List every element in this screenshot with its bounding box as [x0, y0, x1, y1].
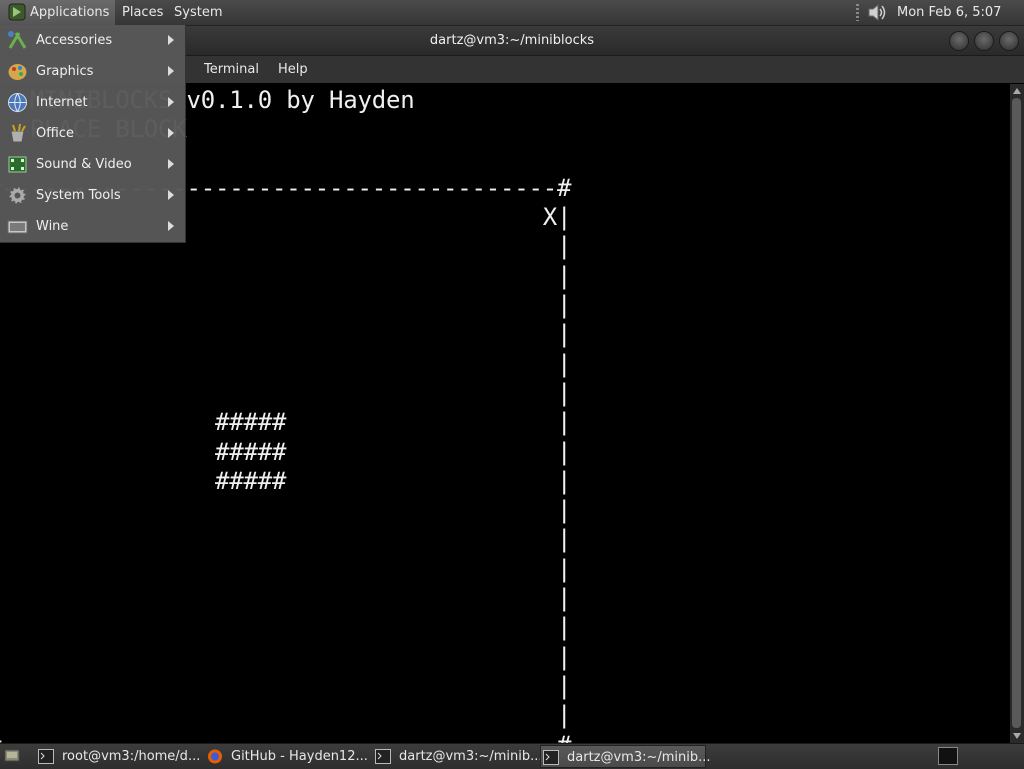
- clock[interactable]: Mon Feb 6, 5:07 PM: [897, 0, 1024, 45]
- gnome-foot-icon: [8, 3, 26, 21]
- places-menu[interactable]: Places: [116, 0, 169, 25]
- panel-handle[interactable]: [856, 4, 859, 21]
- menu-item-label: Internet: [36, 95, 88, 110]
- terminal-icon: [375, 749, 391, 764]
- menu-item-wine[interactable]: Wine: [0, 211, 185, 242]
- applications-dropdown: Accessories Graphics Internet Office Sou…: [0, 25, 186, 243]
- submenu-arrow-icon: [168, 190, 174, 200]
- scroll-up-arrow-icon[interactable]: [1013, 88, 1021, 94]
- taskbar: root@vm3:/home/d... GitHub - Hayden12...…: [0, 743, 1024, 769]
- scroll-down-arrow-icon[interactable]: [1013, 733, 1021, 739]
- terminal-menu[interactable]: Terminal: [204, 56, 259, 83]
- menu-item-label: Graphics: [36, 64, 94, 79]
- firefox-icon: [208, 749, 222, 764]
- menu-item-label: Sound & Video: [36, 157, 132, 172]
- menu-item-label: Accessories: [36, 33, 113, 48]
- taskbar-item-label: dartz@vm3:~/minib...: [567, 750, 711, 765]
- workspace-switcher[interactable]: [938, 747, 958, 765]
- menu-item-sound-video[interactable]: Sound & Video: [0, 149, 185, 180]
- scrollbar[interactable]: [1010, 84, 1024, 743]
- taskbar-item-root-terminal[interactable]: root@vm3:/home/d...: [38, 745, 203, 768]
- places-label: Places: [122, 5, 164, 20]
- taskbar-item-label: GitHub - Hayden12...: [231, 749, 368, 764]
- menu-item-system-tools[interactable]: System Tools: [0, 180, 185, 211]
- sound-video-icon: [8, 156, 27, 173]
- menu-item-label: Office: [36, 126, 74, 141]
- submenu-arrow-icon: [168, 159, 174, 169]
- system-label: System: [174, 5, 223, 20]
- taskbar-item-label: dartz@vm3:~/minib...: [399, 749, 543, 764]
- terminal-icon: [38, 749, 54, 764]
- taskbar-item-dartz-terminal-active[interactable]: dartz@vm3:~/minib...: [540, 745, 711, 768]
- taskbar-item-firefox[interactable]: GitHub - Hayden12...: [207, 745, 372, 768]
- submenu-arrow-icon: [168, 221, 174, 231]
- menu-item-accessories[interactable]: Accessories: [0, 25, 185, 56]
- submenu-arrow-icon: [168, 66, 174, 76]
- top-panel: Applications Places System Mon Feb 6, 5:…: [0, 0, 1024, 45]
- menu-item-label: Wine: [36, 219, 69, 234]
- scroll-thumb[interactable]: [1012, 98, 1021, 728]
- applications-menu[interactable]: Applications: [0, 0, 116, 25]
- maximize-button[interactable]: [974, 31, 994, 51]
- internet-globe-icon: [8, 93, 27, 113]
- system-menu[interactable]: System: [168, 0, 228, 25]
- show-desktop-icon[interactable]: [4, 748, 20, 763]
- taskbar-item-dartz-terminal[interactable]: dartz@vm3:~/minib...: [375, 745, 543, 768]
- menu-item-internet[interactable]: Internet: [0, 87, 185, 118]
- office-icon: [10, 123, 26, 143]
- speaker-volume-icon[interactable]: [866, 2, 888, 23]
- graphics-icon: [8, 64, 27, 80]
- close-button[interactable]: [999, 31, 1019, 51]
- taskbar-item-label: root@vm3:/home/d...: [62, 749, 201, 764]
- system-tools-gear-icon: [8, 186, 27, 205]
- help-menu[interactable]: Help: [278, 56, 308, 83]
- menu-item-graphics[interactable]: Graphics: [0, 56, 185, 87]
- menu-item-label: System Tools: [36, 188, 121, 203]
- menu-item-office[interactable]: Office: [0, 118, 185, 149]
- minimize-button[interactable]: [949, 31, 969, 51]
- terminal-icon: [543, 750, 559, 765]
- submenu-arrow-icon: [168, 128, 174, 138]
- submenu-arrow-icon: [168, 97, 174, 107]
- applications-label: Applications: [30, 5, 110, 20]
- wine-icon: [7, 220, 28, 234]
- submenu-arrow-icon: [168, 35, 174, 45]
- accessories-icon: [8, 31, 27, 49]
